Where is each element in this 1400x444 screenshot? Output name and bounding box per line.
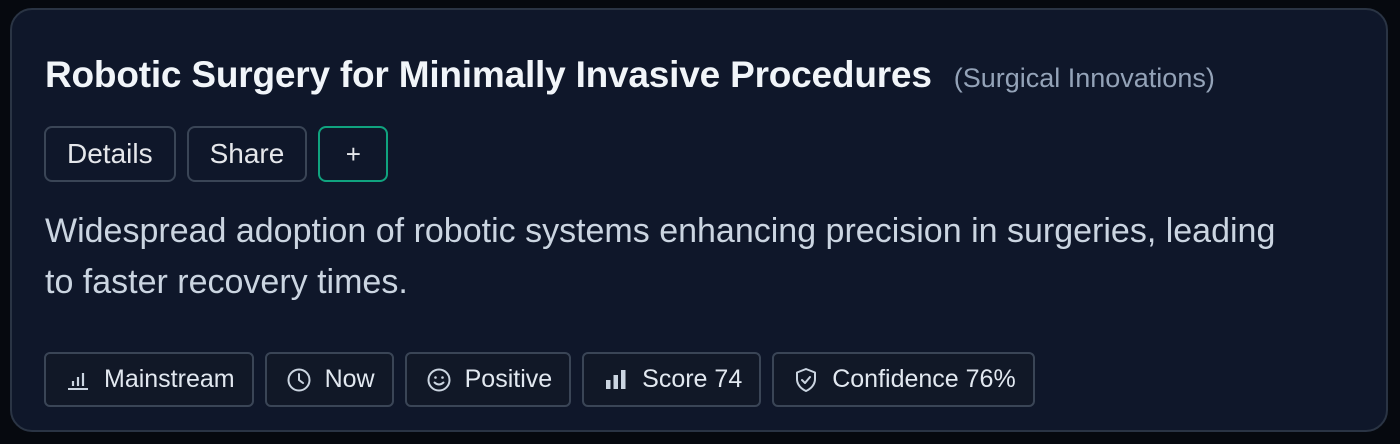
chip-score: Score 74 — [582, 352, 762, 407]
chip-label: Positive — [464, 365, 553, 393]
clock-icon — [285, 366, 313, 394]
add-button[interactable]: + — [318, 126, 389, 182]
chip-label: Mainstream — [104, 365, 235, 393]
smiley-icon — [425, 366, 453, 394]
details-button[interactable]: Details — [44, 126, 176, 182]
chip-adoption-stage: Mainstream — [44, 352, 254, 407]
share-button[interactable]: Share — [186, 126, 308, 182]
chip-confidence: Confidence 76% — [772, 352, 1035, 407]
card-title: Robotic Surgery for Minimally Invasive P… — [45, 54, 932, 95]
metric-chips: Mainstream Now Positive Score 74 Confide… — [44, 352, 1035, 407]
chip-label: Score 74 — [642, 365, 743, 393]
chip-timeframe: Now — [264, 352, 394, 407]
bar-chart-icon — [64, 366, 92, 394]
chip-sentiment: Positive — [404, 352, 572, 407]
chip-label: Now — [324, 365, 375, 393]
action-buttons: Details Share + — [44, 126, 389, 182]
card-description: Widespread adoption of robotic systems e… — [45, 212, 1276, 301]
signal-bars-icon — [602, 366, 630, 394]
title-row: Robotic Surgery for Minimally Invasive P… — [45, 54, 1215, 96]
trend-card: Robotic Surgery for Minimally Invasive P… — [10, 8, 1388, 432]
category-label: (Surgical Innovations) — [953, 63, 1215, 93]
shield-check-icon — [792, 366, 820, 394]
chip-label: Confidence 76% — [832, 365, 1016, 393]
